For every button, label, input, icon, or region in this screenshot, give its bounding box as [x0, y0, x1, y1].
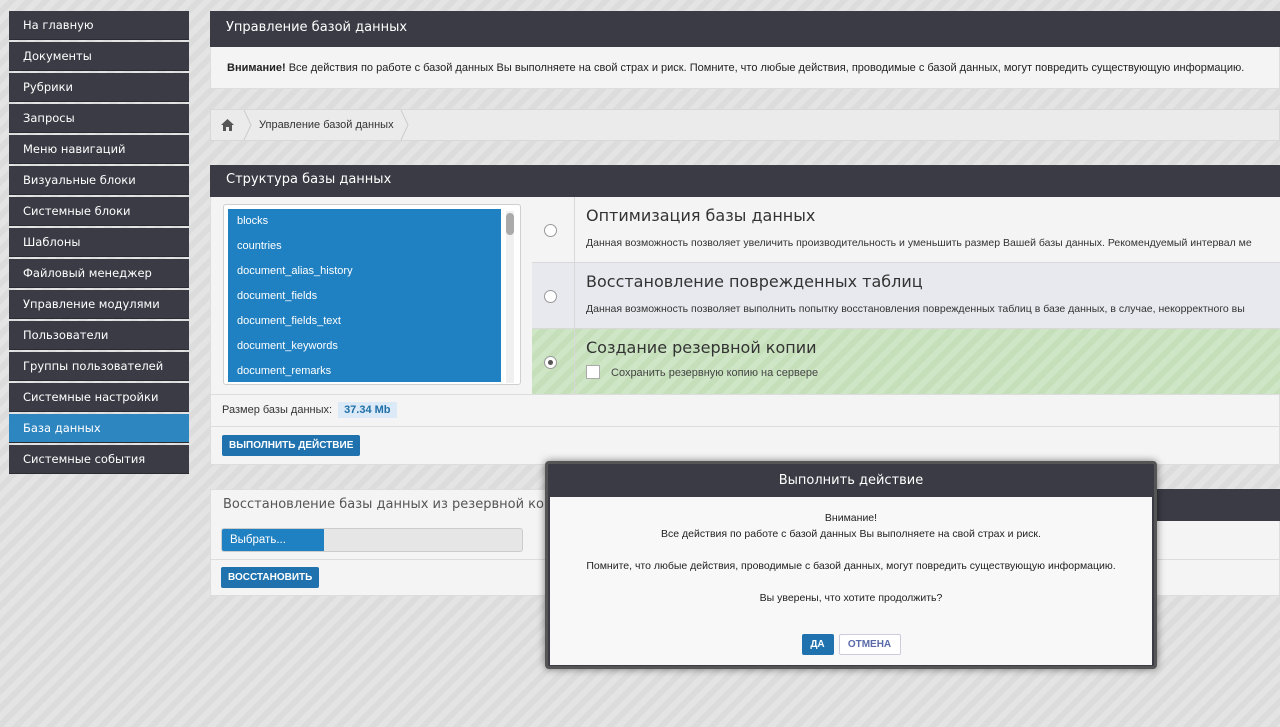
option-optimize[interactable]: Оптимизация базы данных Данная возможнос… [532, 197, 1280, 263]
restore-button[interactable]: ВОССТАНОВИТЬ [221, 567, 320, 588]
action-options: Оптимизация базы данных Данная возможнос… [532, 197, 1280, 395]
option-description: Данная возможность позволяет выполнить п… [586, 303, 1245, 315]
sidebar-item-system-blocks[interactable]: Системные блоки [9, 197, 189, 226]
table-option[interactable]: document_alias_history [228, 259, 501, 284]
breadcrumb-separator-icon [243, 110, 252, 140]
structure-panel: blocks countries document_alias_history … [210, 197, 1280, 465]
checkbox-label: Сохранить резервную копию на сервере [611, 367, 819, 379]
sidebar-item-home[interactable]: На главную [9, 11, 189, 40]
page-title: Управление базой данных [210, 11, 1280, 47]
option-title: Оптимизация базы данных [586, 206, 816, 225]
table-option[interactable]: document_fields [228, 284, 501, 309]
dialog-warning-line: Помните, что любые действия, проводимые … [586, 560, 1116, 572]
sidebar-item-modules[interactable]: Управление модулями [9, 290, 189, 319]
action-area: ВЫПОЛНИТЬ ДЕЙСТВИЕ [211, 426, 1280, 465]
table-select[interactable]: blocks countries document_alias_history … [223, 204, 521, 385]
db-size-badge: 37.34 Mb [338, 402, 397, 418]
table-list[interactable]: blocks countries document_alias_history … [228, 209, 501, 382]
option-backup[interactable]: Создание резервной копии Сохранить резер… [532, 329, 1280, 395]
choose-file-button[interactable]: Выбрать... [222, 529, 324, 551]
table-option[interactable]: document_remarks [228, 359, 501, 382]
sidebar-item-rubrics[interactable]: Рубрики [9, 73, 189, 102]
sidebar: На главную Документы Рубрики Запросы Мен… [9, 11, 189, 476]
sidebar-item-database[interactable]: База данных [9, 414, 189, 443]
db-size-label: Размер базы данных: [222, 404, 333, 416]
sidebar-item-user-groups[interactable]: Группы пользователей [9, 352, 189, 381]
sidebar-item-users[interactable]: Пользователи [9, 321, 189, 350]
sidebar-item-documents[interactable]: Документы [9, 42, 189, 71]
radio-backup[interactable] [544, 356, 557, 369]
option-title: Восстановление поврежденных таблиц [586, 272, 923, 291]
radio-cell [532, 263, 575, 328]
option-description: Данная возможность позволяет увеличить п… [586, 237, 1252, 249]
save-on-server-checkbox[interactable] [586, 365, 600, 379]
dialog-body: Внимание! Все действия по работе с базой… [550, 497, 1152, 665]
dialog-warning-heading: Внимание! [824, 512, 878, 524]
execute-action-button[interactable]: ВЫПОЛНИТЬ ДЕЙСТВИЕ [222, 435, 361, 456]
breadcrumb-separator-icon [400, 110, 409, 140]
table-list-scrollbar[interactable] [506, 211, 514, 383]
home-icon[interactable] [211, 110, 243, 140]
table-option[interactable]: countries [228, 234, 501, 259]
radio-cell [532, 329, 575, 394]
confirm-dialog: Выполнить действие Внимание! Все действи… [545, 461, 1157, 669]
structure-title: Структура базы данных [210, 165, 1280, 197]
breadcrumb: Управление базой данных [210, 109, 1280, 141]
sidebar-item-system-settings[interactable]: Системные настройки [9, 383, 189, 412]
tab-restore[interactable]: Восстановление базы данных из резервной … [210, 489, 583, 521]
dialog-title: Выполнить действие [778, 473, 924, 488]
confirm-yes-button[interactable]: ДА [801, 634, 834, 655]
dialog-buttons: ДА ОТМЕНА [550, 634, 1152, 655]
sidebar-item-queries[interactable]: Запросы [9, 104, 189, 133]
table-option[interactable]: document_fields_text [228, 309, 501, 334]
warning-text: Все действия по работе с базой данных Вы… [285, 62, 1245, 74]
scrollbar-thumb[interactable] [506, 213, 514, 235]
sidebar-item-templates[interactable]: Шаблоны [9, 228, 189, 257]
sidebar-item-navigation-menu[interactable]: Меню навигаций [9, 135, 189, 164]
db-size-line: Размер базы данных: 37.34 Mb [211, 394, 1280, 425]
radio-repair[interactable] [544, 290, 557, 303]
dialog-question: Вы уверены, что хотите продолжить? [759, 592, 943, 604]
table-option[interactable]: blocks [228, 209, 501, 234]
dialog-warning-line: Все действия по работе с базой данных Вы… [661, 528, 1041, 540]
sidebar-item-system-events[interactable]: Системные события [9, 445, 189, 474]
backup-file-input[interactable]: Выбрать... [221, 528, 523, 552]
breadcrumb-current: Управление базой данных [259, 119, 394, 131]
table-option[interactable]: document_keywords [228, 334, 501, 359]
radio-optimize[interactable] [544, 224, 557, 237]
option-title: Создание резервной копии [586, 338, 817, 357]
warning-box: Внимание! Все действия по работе с базой… [210, 47, 1280, 89]
sidebar-item-file-manager[interactable]: Файловый менеджер [9, 259, 189, 288]
sidebar-item-visual-blocks[interactable]: Визуальные блоки [9, 166, 189, 195]
radio-cell [532, 197, 575, 262]
cancel-button[interactable]: ОТМЕНА [838, 634, 901, 655]
option-repair[interactable]: Восстановление поврежденных таблиц Данна… [532, 263, 1280, 329]
warning-bold: Внимание! [227, 62, 286, 74]
